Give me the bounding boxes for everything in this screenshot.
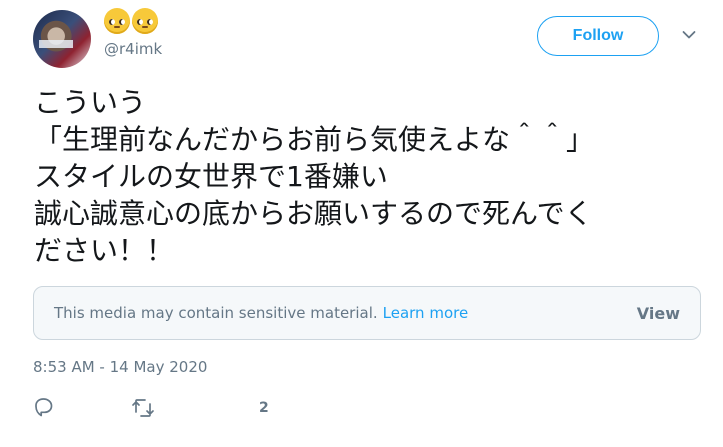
chevron-down-icon[interactable] [682,30,696,40]
tweet-line: スタイルの女世界で1番嫌い [34,160,388,193]
avatar[interactable] [33,10,91,68]
tweet-line: 「生理前なんだからお前ら気使えよな＾＾」 [34,123,595,156]
like-count[interactable]: 2 [259,400,269,416]
learn-more-link[interactable]: Learn more [383,304,469,322]
face-with-rolling-eyes-emoji-icon [104,8,130,34]
sensitive-notice-text: This media may contain sensitive materia… [54,304,378,322]
tweet-line: こういう [34,86,147,119]
sensitive-media-notice: This media may contain sensitive materia… [33,286,701,340]
tweet-line: ださい！！ [34,234,175,267]
tweet-text: こういう 「生理前なんだからお前ら気使えよな＾＾」 スタイルの女世界で1番嫌い … [34,84,704,269]
display-name[interactable] [104,8,158,36]
view-media-button[interactable]: View [637,304,680,323]
tweet-timestamp[interactable]: 8:53 AM - 14 May 2020 [33,358,207,376]
tweet-line: 誠心誠意心の底からお願いするので死んでく [34,197,593,230]
retweet-icon[interactable] [131,397,155,419]
reply-icon[interactable] [33,396,55,418]
follow-button[interactable]: Follow [537,16,659,56]
face-with-rolling-eyes-emoji-icon [132,8,158,34]
user-handle[interactable]: @r4imk [104,40,162,58]
